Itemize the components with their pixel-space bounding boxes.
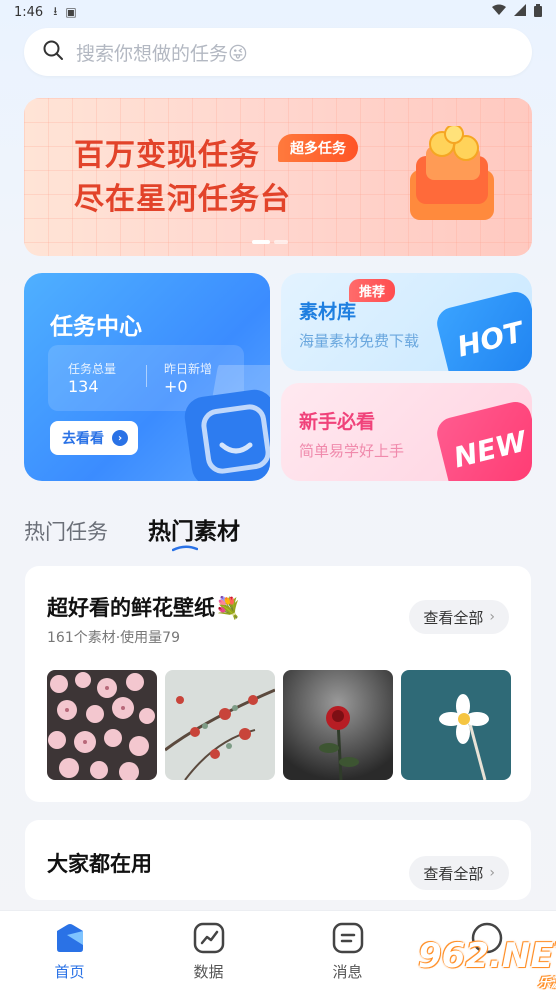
promo-banner[interactable]: 百万变现任务 尽在星河任务台 超多任务 [24,98,532,256]
collection-meta: 161个素材·使用量79 [47,630,180,646]
smile-cube-illustration [184,356,270,481]
status-bar: 1:46 ⭳ ▣ [0,0,556,24]
view-all-button[interactable]: 查看全部 › [409,600,509,634]
nav-messages[interactable]: 消息 [278,911,417,990]
collection-title: 大家都在用 [47,852,152,876]
nav-data-label: 数据 [193,963,224,981]
hot-tile-icon: HOT [433,288,532,371]
chevron-right-icon: › [489,609,495,625]
tab-underline-swoosh [172,545,198,552]
new-word: NEW [450,424,530,474]
nav-data[interactable]: 数据 [139,911,278,990]
search-emoji: 😜 [228,42,248,65]
thumbnail-pink-blossoms[interactable] [47,670,157,780]
tab-hot-materials[interactable]: 热门素材 [148,512,240,552]
thumbnail-white-flower-teal[interactable] [401,670,511,780]
go-see-label: 去看看 [62,431,104,447]
banner-tag: 超多任务 [278,134,358,162]
battery-icon [534,3,542,21]
status-time: 1:46 [14,4,44,20]
signal-icon [514,4,526,20]
search-icon [42,39,64,65]
coin-box-illustration [396,124,504,226]
stats-divider [146,365,147,387]
view-all-label: 查看全部 [423,608,484,627]
total-tasks-value: 134 [68,377,99,396]
banner-headline: 百万变现任务 [74,138,260,173]
notification-a-icon: ▣ [65,5,77,19]
nav-home[interactable]: 首页 [0,911,139,990]
material-library-subtitle: 海量素材免费下载 [299,332,420,350]
hot-word: HOT [453,314,527,364]
pagination-dot-active [252,240,270,244]
newbie-guide-card[interactable]: 新手必看 简单易学好上手 NEW [281,383,532,481]
search-placeholder: 搜索你想做的任务😜 [76,42,248,65]
collection-card[interactable]: 超好看的鲜花壁纸💐 161个素材·使用量79 查看全部 › [25,566,531,802]
tab-hot-tasks[interactable]: 热门任务 [24,516,108,546]
banner-subheadline: 尽在星河任务台 [74,182,291,217]
material-library-card[interactable]: 素材库 推荐 海量素材免费下载 HOT [281,273,532,371]
newbie-guide-subtitle: 简单易学好上手 [299,442,405,460]
task-center-card[interactable]: 任务中心 任务总量 134 昨日新增 +0 去看看 › [24,273,270,481]
view-all-label: 查看全部 [423,864,484,883]
content-tabs: 热门任务 热门素材 [24,512,240,552]
view-all-button[interactable]: 查看全部 › [409,856,509,890]
total-tasks-label: 任务总量 [68,362,117,376]
banner-pagination [252,240,288,244]
collection-title: 超好看的鲜花壁纸💐 [47,596,242,620]
chevron-right-icon: › [489,865,495,881]
collection-thumbnails [47,670,511,780]
chart-icon [193,922,224,954]
wifi-icon [492,4,506,20]
go-see-button[interactable]: 去看看 › [50,421,138,455]
task-center-title: 任务中心 [50,314,142,340]
watermark-brand: 962.NET [418,936,556,976]
thumbnail-red-flower-branches[interactable] [165,670,275,780]
newbie-guide-title: 新手必看 [299,411,376,433]
search-bar[interactable]: 搜索你想做的任务😜 [24,28,532,76]
download-icon: ⭳ [53,3,58,18]
message-icon [332,922,363,954]
recommend-badge: 推荐 [349,279,396,302]
material-library-title: 素材库 [299,301,357,323]
tab-hot-materials-label: 热门素材 [148,519,240,545]
nav-messages-label: 消息 [332,963,363,981]
thumbnail-red-rose-dark[interactable] [283,670,393,780]
new-tile-icon: NEW [433,398,532,481]
collection-card[interactable]: 大家都在用 查看全部 › [25,820,531,900]
watermark-logo: 962.NET 乐游网 [418,936,556,990]
chevron-right-icon: › [112,430,128,446]
pagination-dot [274,240,288,244]
nav-home-label: 首页 [54,963,85,981]
home-icon [56,924,83,952]
